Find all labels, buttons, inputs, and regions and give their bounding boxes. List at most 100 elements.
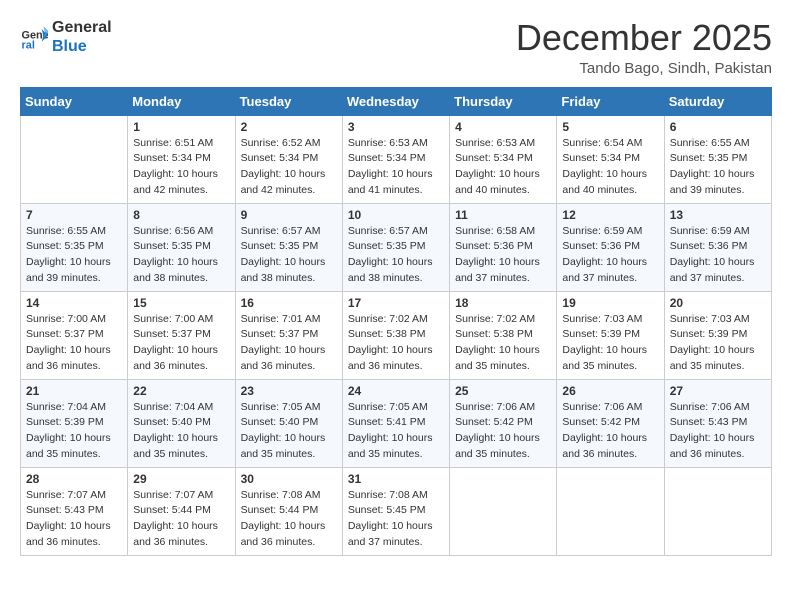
week-row-3: 14 Sunrise: 7:00 AMSunset: 5:37 PMDaylig… — [21, 291, 772, 379]
calendar-cell: 25 Sunrise: 7:06 AMSunset: 5:42 PMDaylig… — [450, 379, 557, 467]
day-number: 14 — [26, 296, 122, 310]
calendar-cell — [557, 467, 664, 555]
calendar-cell: 16 Sunrise: 7:01 AMSunset: 5:37 PMDaylig… — [235, 291, 342, 379]
day-number: 10 — [348, 208, 444, 222]
calendar-cell: 28 Sunrise: 7:07 AMSunset: 5:43 PMDaylig… — [21, 467, 128, 555]
page: Gene ral General Blue December 2025 Tand… — [0, 0, 792, 612]
calendar-cell: 11 Sunrise: 6:58 AMSunset: 5:36 PMDaylig… — [450, 203, 557, 291]
calendar-cell: 21 Sunrise: 7:04 AMSunset: 5:39 PMDaylig… — [21, 379, 128, 467]
day-info: Sunrise: 6:58 AMSunset: 5:36 PMDaylight:… — [455, 224, 551, 287]
location-title: Tando Bago, Sindh, Pakistan — [516, 60, 772, 77]
day-number: 7 — [26, 208, 122, 222]
day-info: Sunrise: 7:04 AMSunset: 5:40 PMDaylight:… — [133, 400, 229, 463]
day-number: 5 — [562, 120, 658, 134]
calendar-cell: 6 Sunrise: 6:55 AMSunset: 5:35 PMDayligh… — [664, 115, 771, 203]
day-info: Sunrise: 7:00 AMSunset: 5:37 PMDaylight:… — [26, 312, 122, 375]
day-info: Sunrise: 6:57 AMSunset: 5:35 PMDaylight:… — [348, 224, 444, 287]
day-number: 29 — [133, 472, 229, 486]
day-number: 16 — [241, 296, 337, 310]
day-number: 20 — [670, 296, 766, 310]
calendar-cell: 24 Sunrise: 7:05 AMSunset: 5:41 PMDaylig… — [342, 379, 449, 467]
day-info: Sunrise: 7:06 AMSunset: 5:43 PMDaylight:… — [670, 400, 766, 463]
day-info: Sunrise: 7:02 AMSunset: 5:38 PMDaylight:… — [455, 312, 551, 375]
day-info: Sunrise: 6:54 AMSunset: 5:34 PMDaylight:… — [562, 136, 658, 199]
day-info: Sunrise: 7:07 AMSunset: 5:44 PMDaylight:… — [133, 488, 229, 551]
day-info: Sunrise: 6:59 AMSunset: 5:36 PMDaylight:… — [670, 224, 766, 287]
day-info: Sunrise: 7:05 AMSunset: 5:41 PMDaylight:… — [348, 400, 444, 463]
month-title: December 2025 — [516, 18, 772, 58]
day-info: Sunrise: 6:56 AMSunset: 5:35 PMDaylight:… — [133, 224, 229, 287]
day-info: Sunrise: 7:03 AMSunset: 5:39 PMDaylight:… — [670, 312, 766, 375]
day-number: 22 — [133, 384, 229, 398]
calendar-cell: 12 Sunrise: 6:59 AMSunset: 5:36 PMDaylig… — [557, 203, 664, 291]
calendar-cell: 22 Sunrise: 7:04 AMSunset: 5:40 PMDaylig… — [128, 379, 235, 467]
day-number: 31 — [348, 472, 444, 486]
calendar-cell: 13 Sunrise: 6:59 AMSunset: 5:36 PMDaylig… — [664, 203, 771, 291]
day-info: Sunrise: 7:06 AMSunset: 5:42 PMDaylight:… — [455, 400, 551, 463]
day-number: 13 — [670, 208, 766, 222]
logo-icon: Gene ral — [20, 23, 48, 51]
calendar-cell: 4 Sunrise: 6:53 AMSunset: 5:34 PMDayligh… — [450, 115, 557, 203]
day-number: 8 — [133, 208, 229, 222]
calendar-cell: 3 Sunrise: 6:53 AMSunset: 5:34 PMDayligh… — [342, 115, 449, 203]
weekday-header-sunday: Sunday — [21, 87, 128, 115]
day-info: Sunrise: 6:55 AMSunset: 5:35 PMDaylight:… — [26, 224, 122, 287]
calendar-cell: 7 Sunrise: 6:55 AMSunset: 5:35 PMDayligh… — [21, 203, 128, 291]
day-number: 9 — [241, 208, 337, 222]
day-number: 11 — [455, 208, 551, 222]
calendar-cell: 23 Sunrise: 7:05 AMSunset: 5:40 PMDaylig… — [235, 379, 342, 467]
calendar-cell: 10 Sunrise: 6:57 AMSunset: 5:35 PMDaylig… — [342, 203, 449, 291]
header-row: Gene ral General Blue December 2025 Tand… — [20, 18, 772, 77]
calendar-cell: 1 Sunrise: 6:51 AMSunset: 5:34 PMDayligh… — [128, 115, 235, 203]
calendar-cell: 27 Sunrise: 7:06 AMSunset: 5:43 PMDaylig… — [664, 379, 771, 467]
weekday-header-thursday: Thursday — [450, 87, 557, 115]
day-info: Sunrise: 6:53 AMSunset: 5:34 PMDaylight:… — [455, 136, 551, 199]
calendar-cell: 19 Sunrise: 7:03 AMSunset: 5:39 PMDaylig… — [557, 291, 664, 379]
day-info: Sunrise: 7:02 AMSunset: 5:38 PMDaylight:… — [348, 312, 444, 375]
day-number: 26 — [562, 384, 658, 398]
calendar-cell — [664, 467, 771, 555]
weekday-header-tuesday: Tuesday — [235, 87, 342, 115]
day-number: 12 — [562, 208, 658, 222]
calendar-cell: 14 Sunrise: 7:00 AMSunset: 5:37 PMDaylig… — [21, 291, 128, 379]
day-info: Sunrise: 7:01 AMSunset: 5:37 PMDaylight:… — [241, 312, 337, 375]
day-number: 3 — [348, 120, 444, 134]
weekday-header-wednesday: Wednesday — [342, 87, 449, 115]
title-block: December 2025 Tando Bago, Sindh, Pakista… — [516, 18, 772, 77]
svg-text:ral: ral — [22, 40, 35, 51]
day-number: 4 — [455, 120, 551, 134]
calendar-cell: 18 Sunrise: 7:02 AMSunset: 5:38 PMDaylig… — [450, 291, 557, 379]
week-row-2: 7 Sunrise: 6:55 AMSunset: 5:35 PMDayligh… — [21, 203, 772, 291]
day-number: 15 — [133, 296, 229, 310]
day-info: Sunrise: 7:04 AMSunset: 5:39 PMDaylight:… — [26, 400, 122, 463]
day-info: Sunrise: 6:51 AMSunset: 5:34 PMDaylight:… — [133, 136, 229, 199]
calendar-cell: 30 Sunrise: 7:08 AMSunset: 5:44 PMDaylig… — [235, 467, 342, 555]
calendar-cell: 31 Sunrise: 7:08 AMSunset: 5:45 PMDaylig… — [342, 467, 449, 555]
day-number: 21 — [26, 384, 122, 398]
calendar-cell: 29 Sunrise: 7:07 AMSunset: 5:44 PMDaylig… — [128, 467, 235, 555]
week-row-5: 28 Sunrise: 7:07 AMSunset: 5:43 PMDaylig… — [21, 467, 772, 555]
calendar-table: SundayMondayTuesdayWednesdayThursdayFrid… — [20, 87, 772, 556]
day-number: 2 — [241, 120, 337, 134]
week-row-1: 1 Sunrise: 6:51 AMSunset: 5:34 PMDayligh… — [21, 115, 772, 203]
day-info: Sunrise: 6:55 AMSunset: 5:35 PMDaylight:… — [670, 136, 766, 199]
day-number: 17 — [348, 296, 444, 310]
day-info: Sunrise: 7:08 AMSunset: 5:45 PMDaylight:… — [348, 488, 444, 551]
calendar-cell: 15 Sunrise: 7:00 AMSunset: 5:37 PMDaylig… — [128, 291, 235, 379]
day-info: Sunrise: 6:52 AMSunset: 5:34 PMDaylight:… — [241, 136, 337, 199]
weekday-header-saturday: Saturday — [664, 87, 771, 115]
day-number: 28 — [26, 472, 122, 486]
day-info: Sunrise: 6:53 AMSunset: 5:34 PMDaylight:… — [348, 136, 444, 199]
calendar-cell: 5 Sunrise: 6:54 AMSunset: 5:34 PMDayligh… — [557, 115, 664, 203]
weekday-header-monday: Monday — [128, 87, 235, 115]
day-info: Sunrise: 7:08 AMSunset: 5:44 PMDaylight:… — [241, 488, 337, 551]
day-info: Sunrise: 6:59 AMSunset: 5:36 PMDaylight:… — [562, 224, 658, 287]
day-info: Sunrise: 7:07 AMSunset: 5:43 PMDaylight:… — [26, 488, 122, 551]
day-number: 18 — [455, 296, 551, 310]
calendar-cell: 8 Sunrise: 6:56 AMSunset: 5:35 PMDayligh… — [128, 203, 235, 291]
weekday-header-row: SundayMondayTuesdayWednesdayThursdayFrid… — [21, 87, 772, 115]
day-number: 25 — [455, 384, 551, 398]
day-number: 1 — [133, 120, 229, 134]
day-number: 23 — [241, 384, 337, 398]
calendar-cell: 17 Sunrise: 7:02 AMSunset: 5:38 PMDaylig… — [342, 291, 449, 379]
